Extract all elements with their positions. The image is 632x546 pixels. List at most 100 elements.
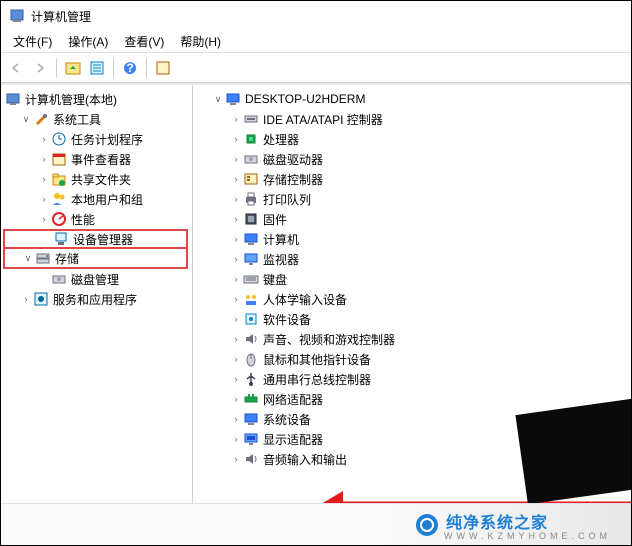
tree-event-viewer[interactable]: › 事件查看器 (1, 149, 192, 169)
watermark-logo-icon (416, 514, 438, 536)
network-icon (243, 391, 259, 407)
device-processor[interactable]: ›处理器 (193, 129, 631, 149)
expand-icon[interactable]: › (229, 112, 243, 126)
collapse-icon[interactable]: ∨ (211, 92, 225, 106)
device-root[interactable]: ∨ DESKTOP-U2HDERM (193, 89, 631, 109)
device-monitor[interactable]: ›监视器 (193, 249, 631, 269)
tree-storage[interactable]: ∨ 存储 (3, 249, 188, 269)
collapse-icon[interactable]: ∨ (19, 112, 33, 126)
computer-mgmt-icon (5, 91, 21, 107)
extra-button[interactable] (152, 57, 174, 79)
device-print-queue[interactable]: ›打印队列 (193, 189, 631, 209)
tree-systools[interactable]: ∨ 系统工具 (1, 109, 192, 129)
expand-icon[interactable]: › (19, 292, 33, 306)
watermark-bar: 纯净系统之家 WWW.KZMYHOME.COM (1, 503, 631, 545)
expand-icon[interactable]: › (229, 172, 243, 186)
event-icon (51, 151, 67, 167)
device-mouse[interactable]: ›鼠标和其他指针设备 (193, 349, 631, 369)
tree-device-manager[interactable]: 设备管理器 (3, 229, 188, 249)
hid-icon (243, 291, 259, 307)
disk-icon (51, 271, 67, 287)
expand-icon[interactable]: › (229, 352, 243, 366)
device-software[interactable]: ›软件设备 (193, 309, 631, 329)
expand-icon[interactable]: › (229, 192, 243, 206)
expand-icon[interactable]: › (229, 212, 243, 226)
clock-icon (51, 131, 67, 147)
menu-action[interactable]: 操作(A) (60, 31, 116, 52)
left-tree-pane[interactable]: 计算机管理(本地) ∨ 系统工具 › 任务计划程序 › 事件查看器 › 共享文件… (1, 85, 193, 545)
menu-view[interactable]: 查看(V) (116, 31, 172, 52)
device-disk-drive[interactable]: ›磁盘驱动器 (193, 149, 631, 169)
tree-task-scheduler[interactable]: › 任务计划程序 (1, 129, 192, 149)
computer-icon (225, 91, 241, 107)
expand-icon[interactable]: › (37, 192, 51, 206)
expand-icon[interactable]: › (37, 152, 51, 166)
titlebar: 计算机管理 (1, 1, 631, 31)
expand-icon[interactable]: › (229, 252, 243, 266)
device-usb[interactable]: ›通用串行总线控制器 (193, 369, 631, 389)
display-adapter-icon (243, 431, 259, 447)
expand-icon[interactable]: › (229, 132, 243, 146)
watermark-corner (515, 396, 631, 505)
tree-root-local[interactable]: 计算机管理(本地) (1, 89, 192, 109)
tree-services[interactable]: › 服务和应用程序 (1, 289, 192, 309)
expand-icon[interactable]: › (229, 292, 243, 306)
device-storage-ctrl[interactable]: ›存储控制器 (193, 169, 631, 189)
services-icon (33, 291, 49, 307)
forward-button (29, 57, 51, 79)
expand-icon[interactable]: › (229, 392, 243, 406)
properties-button[interactable] (86, 57, 108, 79)
tree-disk-mgmt[interactable]: 磁盘管理 (1, 269, 192, 289)
performance-icon (51, 211, 67, 227)
tree-performance[interactable]: › 性能 (1, 209, 192, 229)
tree-shared-folders[interactable]: › 共享文件夹 (1, 169, 192, 189)
expand-icon[interactable]: › (37, 172, 51, 186)
expand-icon[interactable]: › (229, 452, 243, 466)
menubar: 文件(F) 操作(A) 查看(V) 帮助(H) (1, 31, 631, 53)
monitor-icon (243, 251, 259, 267)
expand-icon[interactable]: › (229, 332, 243, 346)
right-tree-pane[interactable]: ∨ DESKTOP-U2HDERM ›IDE ATA/ATAPI 控制器 ›处理… (193, 85, 631, 545)
tree-local-users[interactable]: › 本地用户和组 (1, 189, 192, 209)
device-computer[interactable]: ›计算机 (193, 229, 631, 249)
device-ide[interactable]: ›IDE ATA/ATAPI 控制器 (193, 109, 631, 129)
software-icon (243, 311, 259, 327)
ide-icon (243, 111, 259, 127)
device-hid[interactable]: ›人体学输入设备 (193, 289, 631, 309)
device-firmware[interactable]: ›固件 (193, 209, 631, 229)
svg-text:?: ? (126, 61, 133, 75)
system-device-icon (243, 411, 259, 427)
expand-icon[interactable]: › (229, 432, 243, 446)
tools-icon (33, 111, 49, 127)
menu-file[interactable]: 文件(F) (5, 31, 60, 52)
expand-icon[interactable]: › (229, 312, 243, 326)
menu-help[interactable]: 帮助(H) (172, 31, 229, 52)
up-button[interactable] (62, 57, 84, 79)
device-audio-video[interactable]: ›声音、视频和游戏控制器 (193, 329, 631, 349)
audio-io-icon (243, 451, 259, 467)
printer-icon (243, 191, 259, 207)
help-button[interactable]: ? (119, 57, 141, 79)
back-button (5, 57, 27, 79)
expand-icon[interactable]: › (37, 212, 51, 226)
pc-icon (243, 231, 259, 247)
device-network[interactable]: ›网络适配器 (193, 389, 631, 409)
cpu-icon (243, 131, 259, 147)
collapse-icon[interactable]: ∨ (21, 251, 35, 265)
expand-icon[interactable]: › (229, 372, 243, 386)
expand-icon[interactable]: › (229, 412, 243, 426)
storage-ctrl-icon (243, 171, 259, 187)
app-icon (9, 8, 25, 24)
usb-icon (243, 371, 259, 387)
expand-icon[interactable]: › (229, 232, 243, 246)
users-icon (51, 191, 67, 207)
device-keyboard[interactable]: ›键盘 (193, 269, 631, 289)
toolbar: ? (1, 53, 631, 83)
device-mgr-icon (53, 231, 69, 247)
expand-icon[interactable]: › (229, 152, 243, 166)
expand-icon[interactable]: › (37, 132, 51, 146)
speaker-icon (243, 331, 259, 347)
expand-icon[interactable]: › (229, 272, 243, 286)
keyboard-icon (243, 271, 259, 287)
firmware-icon (243, 211, 259, 227)
